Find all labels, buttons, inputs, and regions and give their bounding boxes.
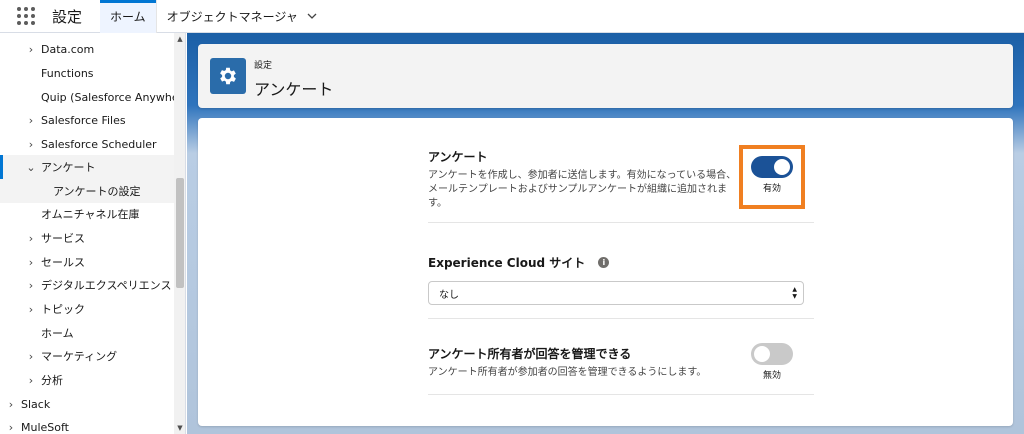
chevron-right-icon[interactable]: › [4, 421, 18, 434]
sidebar-item-omni-channel-inventory[interactable]: オムニチャネル在庫 [0, 202, 174, 226]
main-content: 設定 アンケート アンケート アンケートを作成し、参加者に送信します。有効になっ… [187, 33, 1024, 434]
sidebar-item-topics[interactable]: › トピック [0, 297, 174, 321]
sidebar-item-salesforce-files[interactable]: › Salesforce Files [0, 108, 174, 132]
app-launcher-icon[interactable] [17, 6, 37, 26]
sidebar-item-label: オムニチャネル在庫 [41, 208, 140, 221]
chevron-right-icon[interactable]: › [24, 256, 38, 269]
toggle-status-label: 有効 [762, 184, 781, 194]
global-header: 設定 ホーム オブジェクトマネージャ [0, 0, 1024, 33]
surveys-toggle[interactable]: 有効 [741, 156, 803, 194]
chevron-right-icon[interactable]: › [24, 303, 38, 316]
sidebar-item-service[interactable]: › サービス [0, 226, 174, 250]
sidebar-item-home[interactable]: ホーム [0, 321, 174, 345]
divider [428, 318, 814, 319]
sidebar-item-mulesoft[interactable]: › MuleSoft [0, 415, 174, 434]
sidebar-item-slack[interactable]: › Slack [0, 392, 174, 416]
chevron-right-icon[interactable]: › [24, 43, 38, 56]
toggle-switch-on[interactable] [751, 156, 793, 178]
sidebar-item-surveys[interactable]: ⌄ アンケート [0, 155, 174, 179]
chevron-down-icon[interactable] [306, 10, 318, 22]
scroll-down-arrow-icon[interactable]: ▼ [174, 422, 185, 434]
toggle-switch-off[interactable] [751, 343, 793, 365]
experience-cloud-select[interactable]: なし ▲ ▼ [428, 281, 804, 305]
sidebar-item-label: Salesforce Scheduler [41, 137, 157, 151]
sidebar-item-label: Quip (Salesforce Anywhere) [41, 90, 186, 104]
sidebar-item-survey-settings[interactable]: アンケートの設定 [0, 179, 174, 203]
sidebar-item-label: Functions [41, 66, 94, 80]
sidebar-item-quip[interactable]: Quip (Salesforce Anywhere) [0, 85, 185, 109]
sidebar-item-label: トピック [41, 303, 85, 316]
experience-cloud-setting: Experience Cloud サイト i [428, 252, 814, 271]
chevron-right-icon[interactable]: › [24, 114, 38, 127]
chevron-down-icon[interactable]: ⌄ [24, 161, 38, 174]
scrollbar-thumb[interactable] [176, 178, 184, 288]
sidebar-item-functions[interactable]: Functions [0, 61, 174, 85]
sidebar-item-label: アンケート [41, 161, 96, 174]
settings-card: アンケート アンケートを作成し、参加者に送信します。有効になっている場合、メール… [198, 118, 1013, 426]
tab-object-manager-label: オブジェクトマネージャ [166, 9, 298, 24]
sidebar-item-analytics[interactable]: › 分析 [0, 368, 174, 392]
app-name: 設定 [52, 7, 83, 26]
sidebar-item-label: Salesforce Files [41, 113, 126, 127]
sidebar-item-label: Data.com [41, 42, 95, 56]
select-value: なし [439, 289, 459, 301]
sidebar-scrollbar[interactable]: ▲ ▼ [174, 33, 185, 434]
sidebar-item-sales[interactable]: › セールス [0, 250, 174, 274]
breadcrumb: 設定 [254, 61, 273, 71]
chevron-right-icon[interactable]: › [24, 232, 38, 245]
chevron-right-icon[interactable]: › [4, 398, 18, 411]
select-caret-icon: ▲ ▼ [792, 286, 797, 300]
sidebar-item-label: ホーム [41, 327, 74, 340]
setup-sidebar: › Data.com Functions Quip (Salesforce An… [0, 33, 186, 434]
chevron-right-icon[interactable]: › [24, 138, 38, 151]
sidebar-item-salesforce-scheduler[interactable]: › Salesforce Scheduler [0, 132, 174, 156]
chevron-right-icon[interactable]: › [24, 350, 38, 363]
page-header: 設定 アンケート [198, 44, 1013, 108]
info-icon[interactable]: i [598, 257, 610, 268]
divider [428, 394, 814, 395]
sidebar-item-label: Slack [21, 397, 51, 411]
sidebar-item-label: MuleSoft [21, 420, 69, 434]
chevron-right-icon[interactable]: › [24, 279, 38, 292]
sidebar-item-label: マーケティング [41, 350, 118, 363]
sidebar-item-digital-experience[interactable]: › デジタルエクスペリエンス [0, 273, 174, 297]
scroll-up-arrow-icon[interactable]: ▲ [174, 33, 185, 45]
sidebar-item-label: デジタルエクスペリエンス [41, 279, 172, 292]
sidebar-item-label: サービス [41, 232, 85, 245]
chevron-right-icon[interactable]: › [24, 374, 38, 387]
divider [428, 222, 814, 223]
experience-cloud-title: Experience Cloud サイト [428, 256, 586, 270]
sidebar-item-data-com[interactable]: › Data.com [0, 37, 174, 61]
page-title: アンケート [254, 80, 334, 99]
gear-icon-svg [220, 67, 236, 85]
tab-object-manager[interactable]: オブジェクトマネージャ [155, 0, 328, 33]
owner-manage-toggle[interactable]: 無効 [741, 343, 803, 381]
gear-icon [210, 58, 246, 94]
surveys-setting-description: アンケートを作成し、参加者に送信します。有効になっている場合、メールテンプレート… [428, 170, 737, 209]
sidebar-item-marketing[interactable]: › マーケティング [0, 344, 174, 368]
sidebar-item-label: セールス [41, 256, 85, 269]
toggle-status-label: 無効 [762, 371, 781, 381]
sidebar-item-label: アンケートの設定 [53, 185, 141, 198]
tab-home[interactable]: ホーム [100, 0, 156, 33]
sidebar-item-label: 分析 [41, 374, 63, 387]
